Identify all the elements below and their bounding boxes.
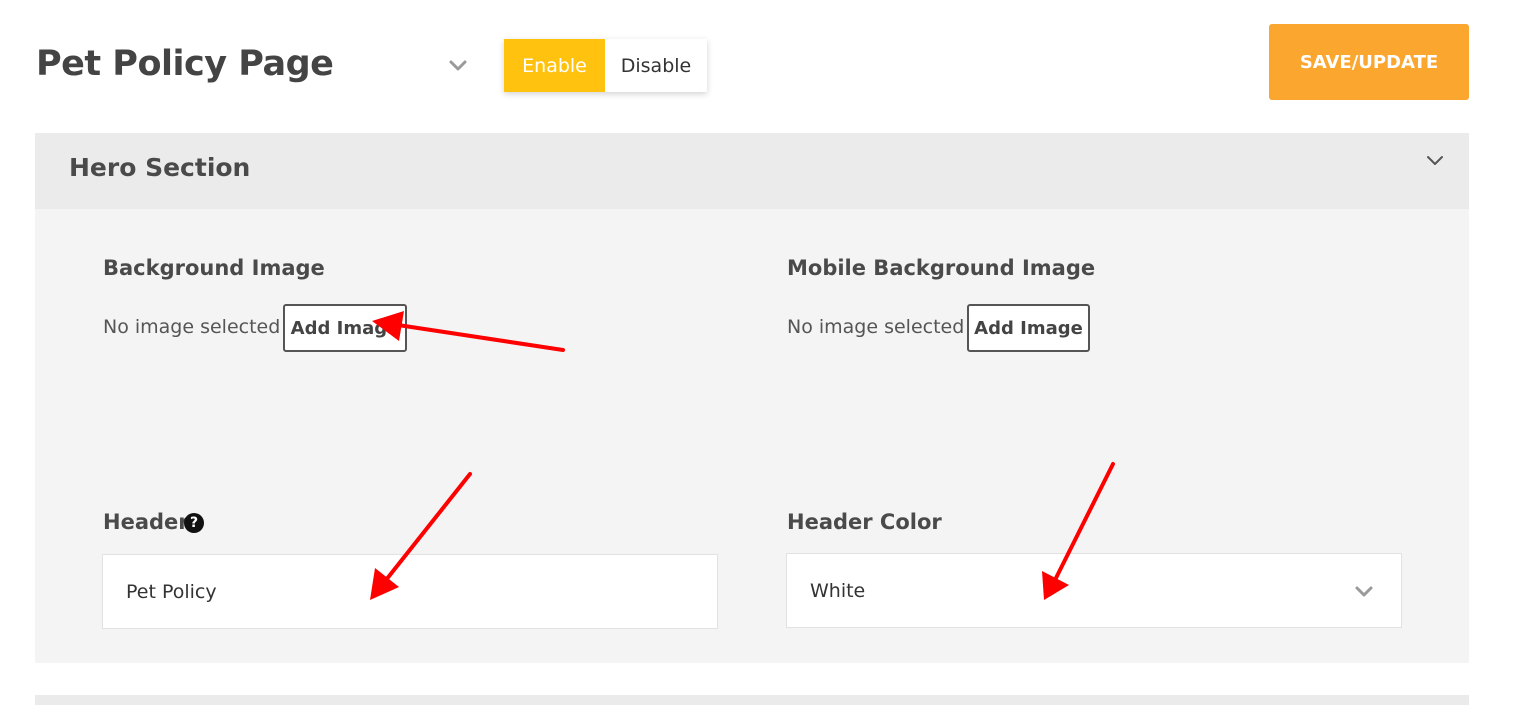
mobile-background-image-label: Mobile Background Image (787, 256, 1096, 280)
add-mobile-background-image-button[interactable]: Add Image (967, 304, 1090, 352)
enable-toggle-button[interactable]: Enable (504, 39, 605, 92)
mobile-background-image-status: No image selected (787, 316, 965, 338)
chevron-down-icon[interactable] (1423, 149, 1447, 173)
add-background-image-button[interactable]: Add Image (283, 304, 407, 352)
next-section-header[interactable] (35, 695, 1469, 705)
hero-section-header[interactable]: Hero Section (35, 133, 1469, 209)
header-input[interactable] (102, 554, 718, 629)
question-circle-icon[interactable]: ? (184, 513, 204, 533)
header-color-label: Header Color (787, 510, 942, 534)
enable-disable-toggle: Enable Disable (504, 39, 707, 92)
page-title: Pet Policy Page (36, 44, 334, 84)
background-image-label: Background Image (103, 256, 325, 280)
background-image-status: No image selected (103, 316, 281, 338)
chevron-down-icon[interactable] (446, 54, 470, 78)
header-color-value: White (810, 580, 866, 602)
header-label: Header (103, 510, 189, 534)
disable-toggle-button[interactable]: Disable (605, 39, 707, 92)
section-title: Hero Section (69, 153, 251, 182)
save-update-button[interactable]: SAVE/UPDATE (1269, 24, 1469, 100)
chevron-down-icon (1355, 586, 1373, 597)
header-color-select[interactable]: White (786, 553, 1402, 628)
